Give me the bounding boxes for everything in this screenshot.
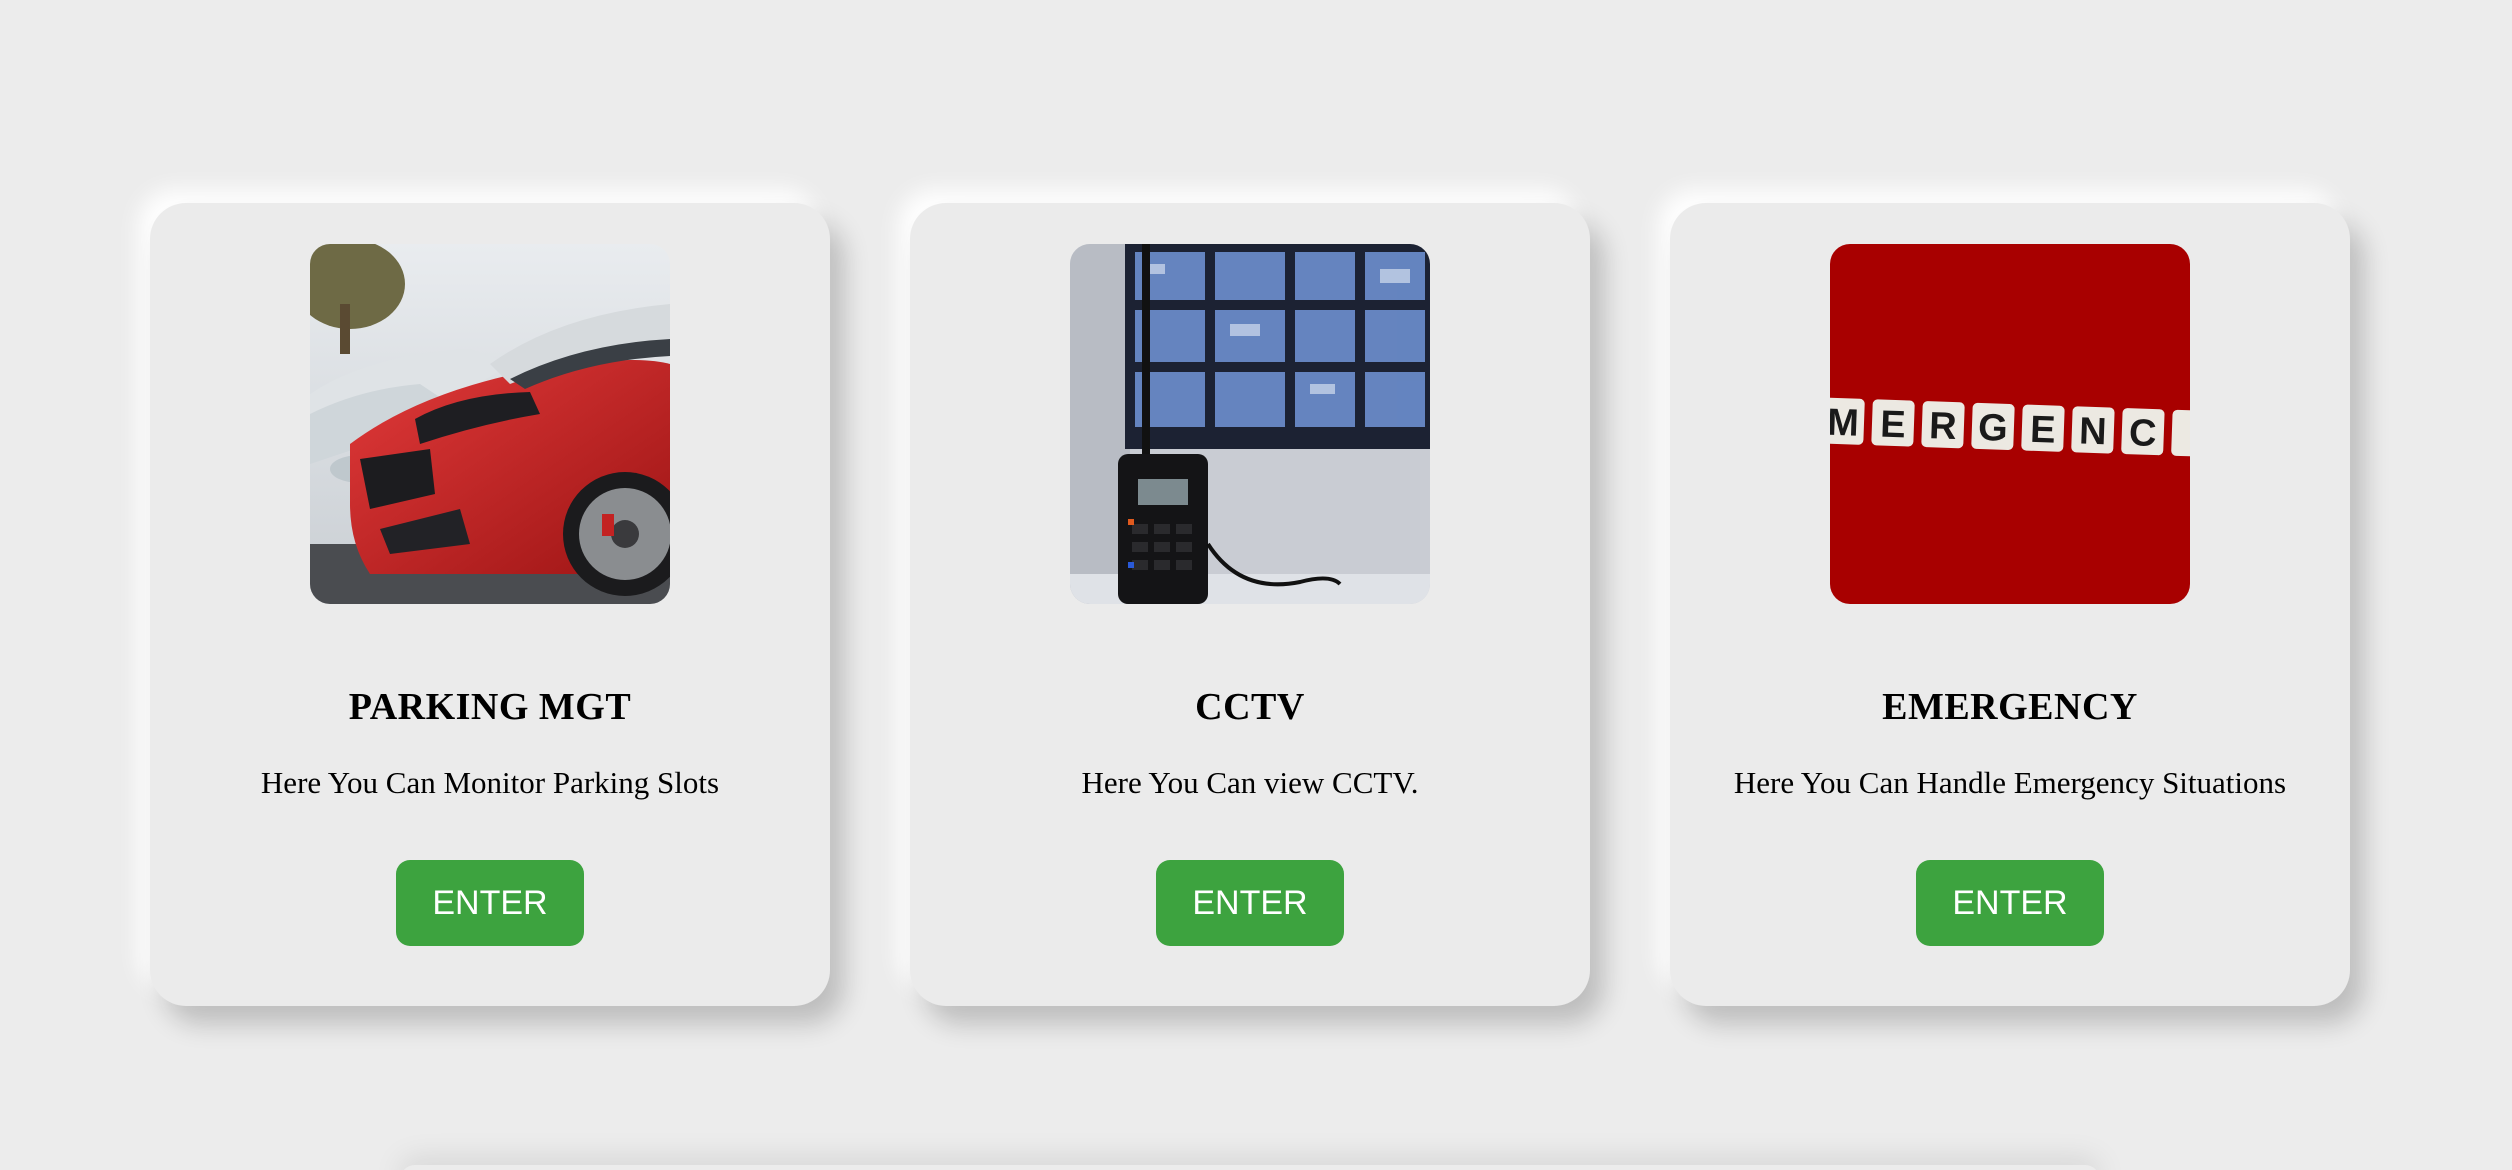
svg-text:G: G [1977, 407, 2008, 450]
svg-text:E: E [1880, 403, 1907, 446]
svg-text:N: N [2078, 410, 2107, 453]
svg-text:M: M [1830, 402, 1860, 445]
card-description: Here You Can Handle Emergency Situations [1733, 765, 2287, 800]
emergency-tiles-photo-icon: M E R G E N C [1830, 244, 2190, 604]
svg-text:E: E [2029, 409, 2056, 452]
emergency-enter-button[interactable]: ENTER [1916, 860, 2104, 946]
svg-text:R: R [1928, 405, 1957, 448]
card-description: Here You Can Monitor Parking Slots [260, 765, 720, 800]
card-title: CCTV [1195, 686, 1305, 728]
emergency-card: M E R G E N C EMERGENCY Here You Can Han… [1670, 203, 2350, 1006]
svg-text:C: C [2128, 412, 2157, 455]
emergency-image: M E R G E N C [1830, 244, 2190, 604]
parking-image [310, 244, 670, 604]
card-description: Here You Can view CCTV. [1081, 765, 1419, 800]
cctv-enter-button[interactable]: ENTER [1156, 860, 1344, 946]
cctv-card: CCTV Here You Can view CCTV. ENTER [910, 203, 1590, 1006]
card-title: PARKING MGT [348, 686, 632, 728]
parking-enter-button[interactable]: ENTER [396, 860, 584, 946]
card-grid: PARKING MGT Here You Can Monitor Parking… [0, 0, 2512, 1170]
red-car-photo-icon [310, 244, 670, 604]
parking-card: PARKING MGT Here You Can Monitor Parking… [150, 203, 830, 1006]
page: PARKING MGT Here You Can Monitor Parking… [0, 0, 2512, 1170]
card-title: EMERGENCY [1882, 686, 2138, 728]
cctv-image [1070, 244, 1430, 604]
cctv-walkie-talkie-photo-icon [1070, 244, 1430, 604]
